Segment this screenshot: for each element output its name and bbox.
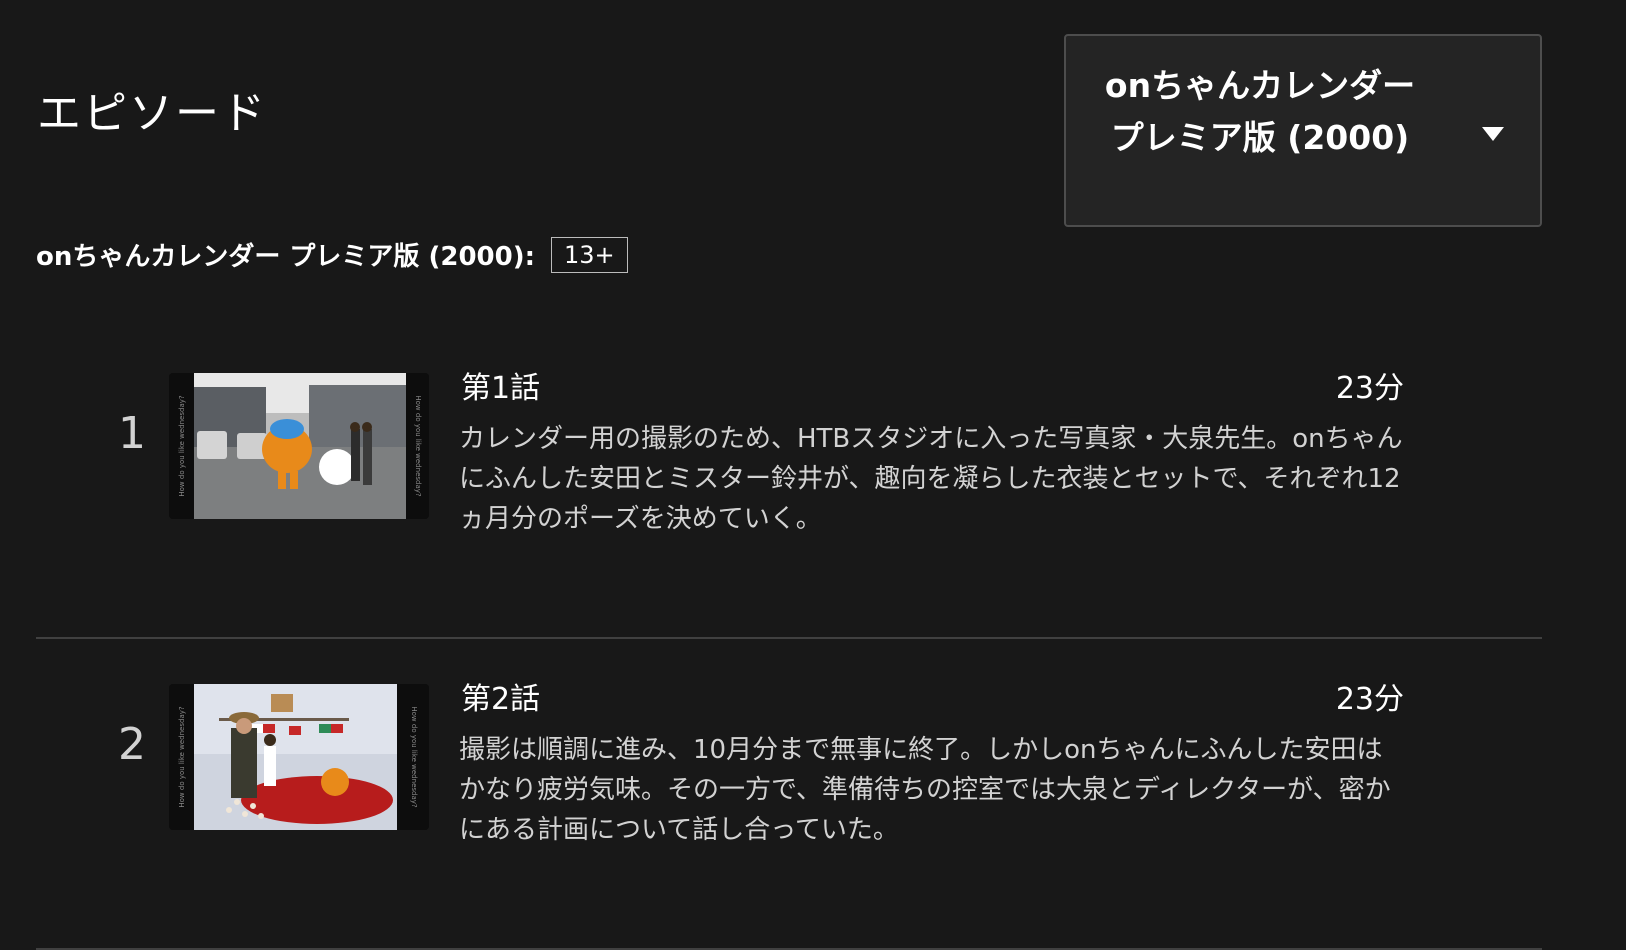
- series-info: onちゃんカレンダー プレミア版 (2000): 13+: [36, 236, 628, 273]
- episode-index: 1: [118, 408, 146, 459]
- episode-thumbnail-image: How do you like wednesday? How do you li…: [169, 684, 429, 830]
- episode-title: 第2話: [461, 682, 541, 717]
- thumb-caption-left: How do you like wednesday?: [178, 706, 186, 808]
- thumb-caption-left: How do you like wednesday?: [178, 395, 186, 497]
- episode-thumbnail[interactable]: How do you like wednesday? How do you li…: [169, 684, 429, 830]
- thumb-caption-right: How do you like wednesday?: [414, 395, 422, 497]
- maturity-rating-badge: 13+: [551, 236, 628, 273]
- episode-synopsis: カレンダー用の撮影のため、HTBスタジオに入った写真家・大泉先生。onちゃんにふ…: [459, 424, 1403, 534]
- caret-down-icon: [1482, 127, 1504, 141]
- episode-thumbnail-image: How do you like wednesday? How do you li…: [169, 373, 429, 519]
- episode-duration: 23分: [1335, 682, 1404, 717]
- page-title: エピソード: [37, 88, 267, 140]
- episode-synopsis: 撮影は順調に進み、10月分まで無事に終了。しかしonちゃんにふんした安田はかなり…: [459, 735, 1391, 845]
- series-title: onちゃんカレンダー プレミア版 (2000):: [36, 242, 536, 272]
- episode-row-1[interactable]: 1 How do you like wednesday? How do you …: [36, 326, 1542, 639]
- episode-row-2[interactable]: 2 How do you like wednesday? How do you …: [36, 637, 1542, 950]
- season-dropdown-label: onちゃんカレンダー プレミア版 (2000): [1104, 66, 1416, 157]
- episode-duration: 23分: [1335, 371, 1404, 406]
- thumb-caption-right: How do you like wednesday?: [410, 706, 418, 808]
- episode-title: 第1話: [461, 371, 541, 406]
- episode-index: 2: [118, 719, 146, 770]
- season-dropdown[interactable]: onちゃんカレンダー プレミア版 (2000): [1064, 34, 1542, 227]
- episode-thumbnail[interactable]: How do you like wednesday? How do you li…: [169, 373, 429, 519]
